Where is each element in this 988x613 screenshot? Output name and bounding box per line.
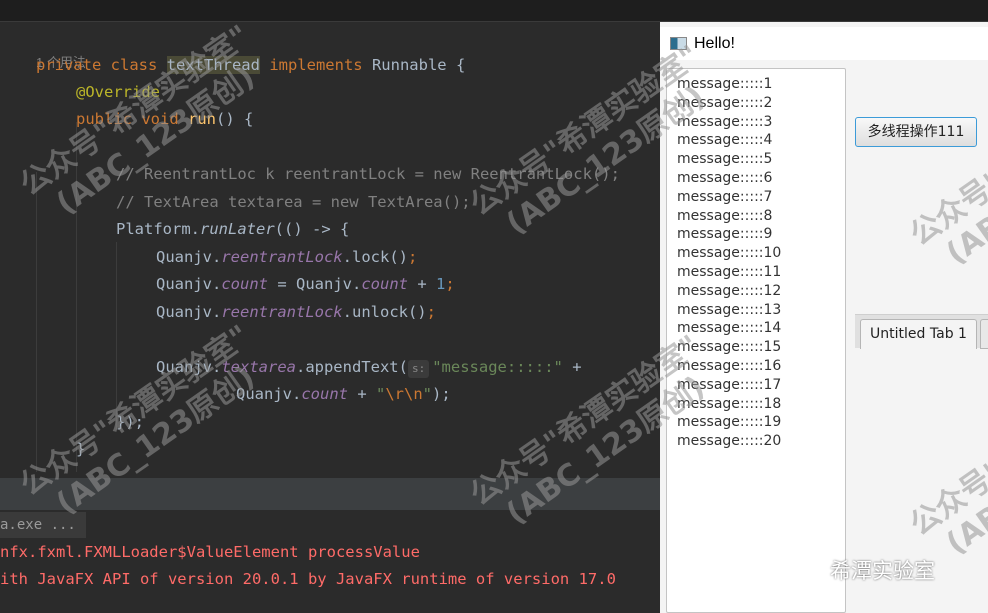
console-error-line: ith JavaFX API of version 20.0.1 by Java… bbox=[0, 570, 616, 588]
code-line: // ReentrantLoc k reentrantLock = new Re… bbox=[116, 165, 620, 183]
textarea-line: message:::::20 bbox=[677, 433, 782, 450]
textarea-line: message:::::11 bbox=[677, 263, 782, 280]
textarea-line: message:::::13 bbox=[677, 301, 782, 318]
textarea-line: message:::::1 bbox=[677, 76, 773, 92]
textarea-line: message:::::16 bbox=[677, 357, 782, 374]
code-line: Quanjv.reentrantLock.lock(); bbox=[156, 248, 418, 266]
code-line: Quanjv.count + "\r\n"); bbox=[236, 385, 451, 403]
code-line: // TextArea textarea = new TextArea(); bbox=[116, 193, 471, 211]
textarea-line: message:::::8 bbox=[677, 207, 773, 224]
message-textarea[interactable]: message:::::1message:::::2message:::::3m… bbox=[666, 68, 846, 613]
code-line: Quanjv.textarea.appendText(s: "message:::… bbox=[156, 358, 582, 378]
ide-top-bar bbox=[0, 0, 988, 22]
code-line: Quanjv.reentrantLock.unlock(); bbox=[156, 303, 436, 321]
textarea-line: message:::::7 bbox=[677, 188, 773, 205]
run-tab[interactable]: a.exe ... bbox=[0, 512, 86, 538]
tab-pane: Untitled Tab 1 bbox=[855, 314, 988, 349]
textarea-line: message:::::17 bbox=[677, 376, 782, 393]
app-icon bbox=[670, 37, 687, 50]
javafx-window: Hello! message:::::1 message:::::2 message… bbox=[660, 22, 988, 613]
textarea-line: message:::::12 bbox=[677, 282, 782, 299]
console-error-line: nfx.fxml.FXMLLoader$ValueElement process… bbox=[0, 543, 420, 561]
tab-untitled-1[interactable]: Untitled Tab 1 bbox=[860, 319, 977, 349]
textarea-line: message:::::4 bbox=[677, 132, 773, 149]
panel-header bbox=[0, 478, 660, 510]
indent-guide bbox=[36, 172, 37, 472]
code-line: } bbox=[76, 440, 86, 458]
run-console[interactable]: a.exe ... nfx.fxml.FXMLLoader$ValueEleme… bbox=[0, 510, 660, 613]
textarea-line: message:::::3 bbox=[677, 113, 773, 130]
code-line: public void run() { bbox=[76, 110, 254, 128]
code-line: Platform.runLater(() -> { bbox=[116, 220, 350, 238]
textarea-line: message:::::9 bbox=[677, 226, 773, 243]
textarea-line: message:::::2 bbox=[677, 94, 773, 111]
textarea-line: message:::::5 bbox=[677, 151, 773, 168]
textarea-line: message:::::18 bbox=[677, 395, 782, 412]
textarea-line: message:::::10 bbox=[677, 245, 782, 262]
code-line: }); bbox=[116, 413, 144, 431]
textarea-line: message:::::19 bbox=[677, 414, 782, 431]
textarea-line: message:::::14 bbox=[677, 320, 782, 337]
wechat-badge: 希潭实验室 bbox=[790, 555, 935, 585]
code-line: Quanjv.count = Quanjv.count + 1; bbox=[156, 275, 455, 293]
parameter-hint: s: bbox=[407, 360, 430, 378]
textarea-line: message:::::6 bbox=[677, 169, 773, 186]
code-line: private class textThread implements Runn… bbox=[36, 56, 466, 74]
tab-next[interactable] bbox=[980, 319, 988, 349]
window-title-bar[interactable]: Hello! bbox=[660, 27, 988, 60]
textarea-line: message:::::15 bbox=[677, 339, 782, 356]
wechat-logo-icon bbox=[790, 561, 820, 583]
code-editor[interactable]: 1 个用法 private class textThread implement… bbox=[0, 22, 660, 478]
indent-guide bbox=[116, 242, 117, 432]
window-title: Hello! bbox=[694, 35, 735, 52]
indent-guide bbox=[76, 122, 77, 472]
multithread-button[interactable]: 多线程操作111 bbox=[855, 117, 977, 147]
code-line: @Override bbox=[76, 83, 160, 101]
